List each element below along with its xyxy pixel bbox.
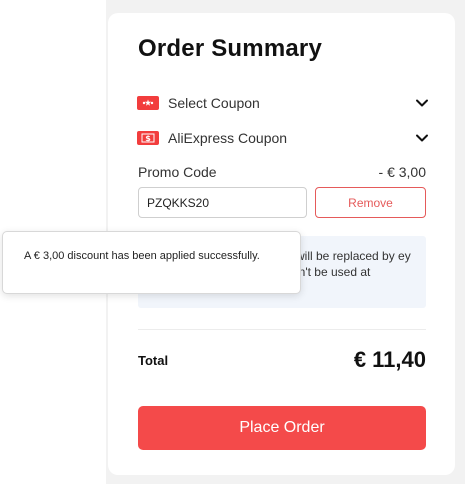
divider bbox=[138, 329, 426, 330]
select-coupon-row[interactable]: Select Coupon bbox=[137, 92, 429, 114]
svg-text:$: $ bbox=[145, 134, 151, 143]
aliexpress-coupon-label: AliExpress Coupon bbox=[168, 130, 288, 146]
promo-discount-value: - € 3,00 bbox=[378, 164, 426, 180]
chevron-down-icon[interactable] bbox=[415, 96, 429, 110]
coupon-info-text: n will be replaced by ey can't be used a… bbox=[286, 249, 411, 279]
promo-code-label: Promo Code bbox=[138, 164, 217, 180]
promo-code-input[interactable] bbox=[138, 187, 307, 218]
chevron-down-icon[interactable] bbox=[415, 131, 429, 145]
remove-promo-button[interactable]: Remove bbox=[315, 187, 426, 218]
place-order-button[interactable]: Place Order bbox=[138, 406, 426, 450]
dollar-coupon-icon: $ bbox=[137, 131, 159, 145]
select-coupon-label: Select Coupon bbox=[168, 95, 260, 111]
coupon-ticket-icon bbox=[137, 96, 159, 110]
aliexpress-coupon-row[interactable]: $ AliExpress Coupon bbox=[137, 127, 429, 149]
discount-applied-tooltip: A € 3,00 discount has been applied succe… bbox=[2, 231, 301, 294]
total-label: Total bbox=[138, 353, 169, 368]
tooltip-message: A € 3,00 discount has been applied succe… bbox=[24, 250, 260, 262]
total-value: € 11,40 bbox=[353, 347, 426, 372]
order-summary-title: Order Summary bbox=[138, 35, 323, 62]
